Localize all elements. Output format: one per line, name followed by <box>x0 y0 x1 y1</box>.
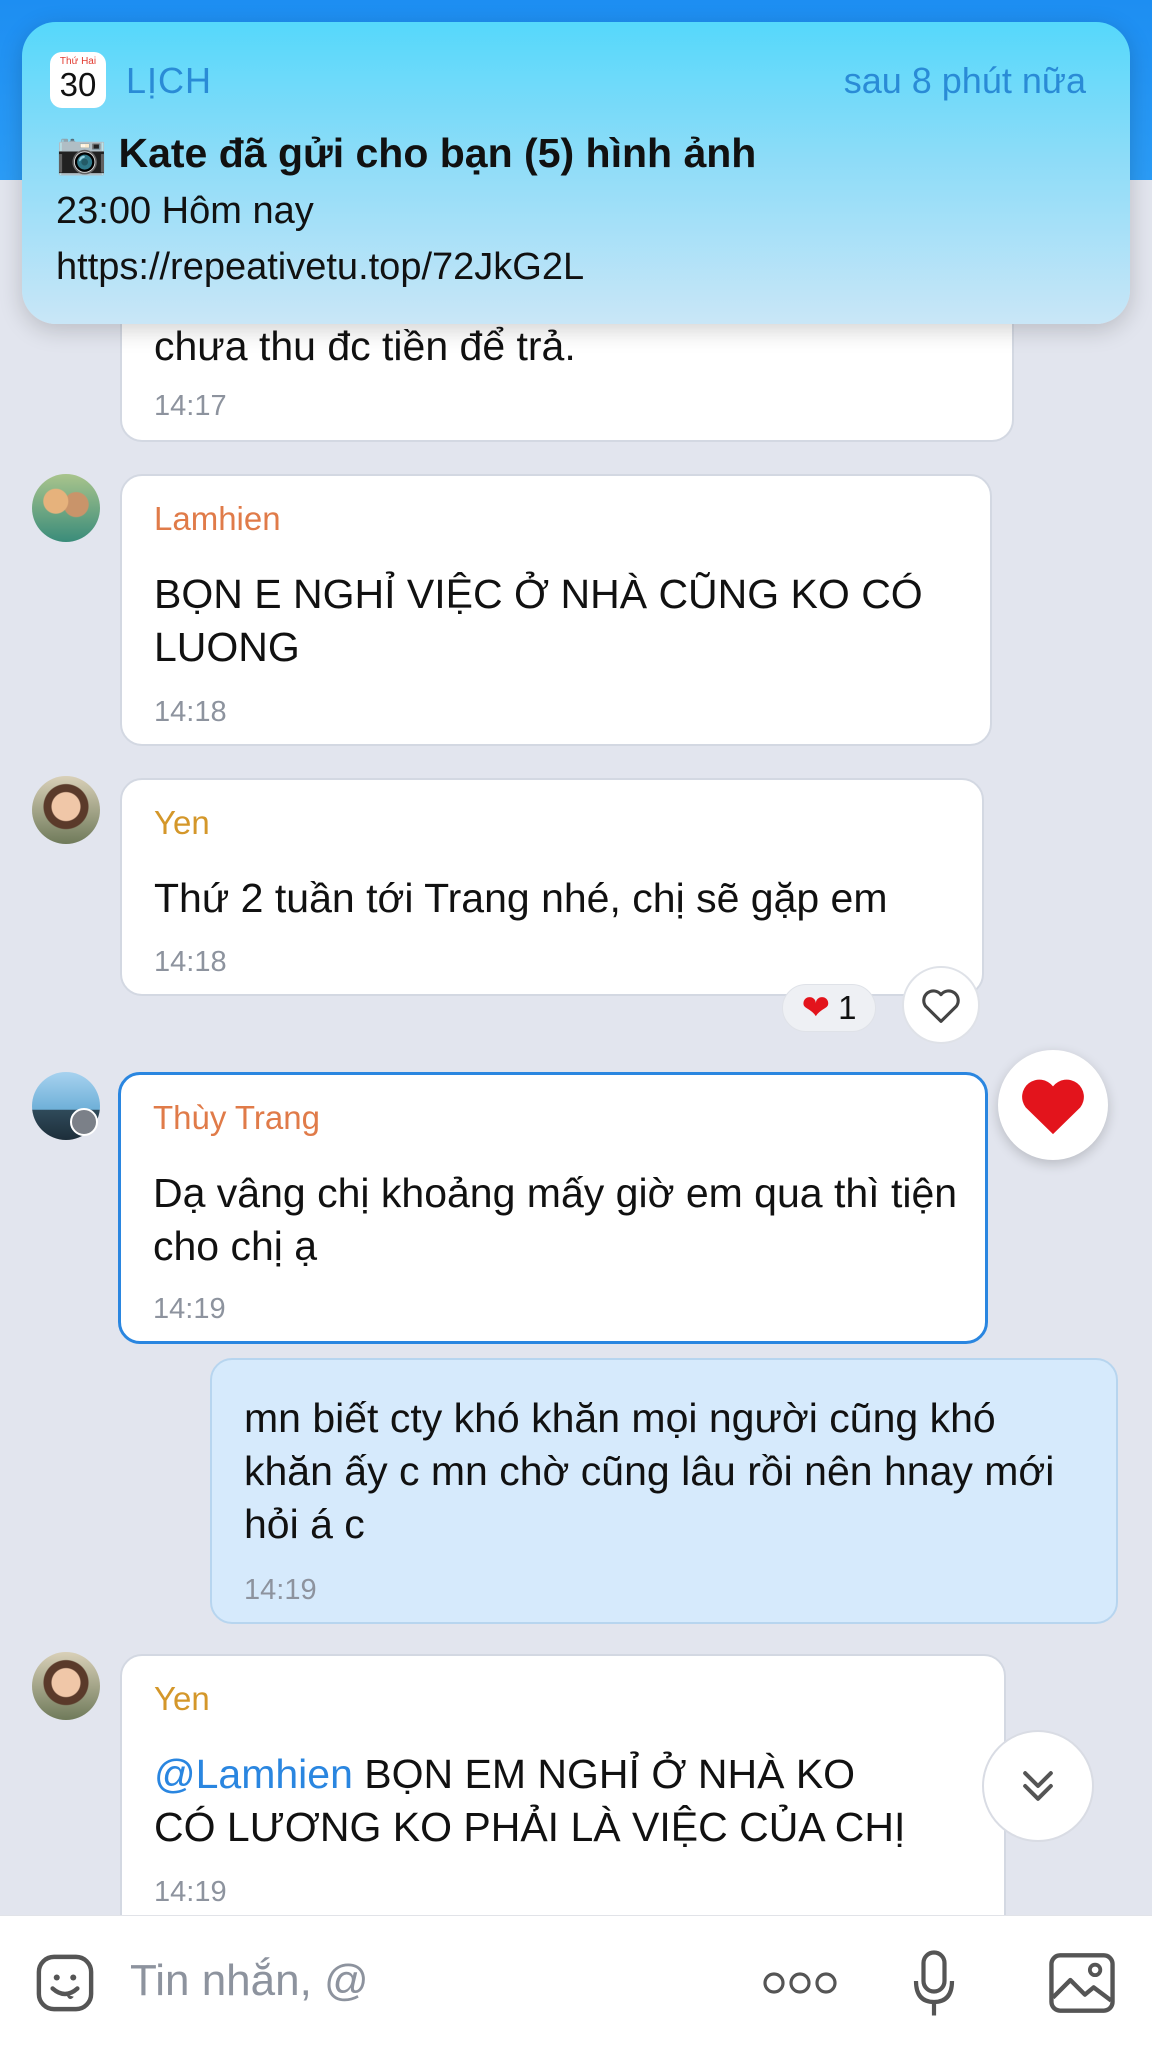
notification-time-hint: sau 8 phút nữa <box>843 60 1086 101</box>
message-bubble[interactable]: Lamhien BỌN E NGHỈ VIỆC Ở NHÀ CŨNG KO CÓ… <box>120 474 992 746</box>
message-text: Dạ vâng chị khoảng mấy giờ em qua thì ti… <box>153 1170 958 1269</box>
sender-name[interactable]: Yen <box>154 1680 210 1718</box>
message-time: 14:19 <box>153 1293 226 1325</box>
sender-name[interactable]: Yen <box>154 804 210 842</box>
avatar[interactable] <box>32 474 100 542</box>
avatar[interactable] <box>32 776 100 844</box>
image-button[interactable] <box>1046 1950 1118 2016</box>
mention-link[interactable]: @Lamhien <box>154 1751 353 1797</box>
message-text: chưa thu đc tiền để trả. <box>154 323 576 369</box>
calendar-icon: Thứ Hai 30 <box>50 52 106 108</box>
message-time: 14:18 <box>154 946 227 978</box>
scroll-to-bottom-button[interactable] <box>982 1730 1094 1842</box>
message-text: mn biết cty khó khăn mọi người cũng khó … <box>244 1395 1055 1547</box>
sticker-button[interactable] <box>30 1948 100 2018</box>
calendar-notification[interactable]: Thứ Hai 30 LỊCH sau 8 phút nữa 📷 Kate đã… <box>22 22 1130 324</box>
react-button[interactable] <box>902 966 980 1044</box>
message-bubble[interactable]: Thùy Trang Dạ vâng chị khoảng mấy giờ em… <box>118 1072 988 1344</box>
message-bubble-mine[interactable]: mn biết cty khó khăn mọi người cũng khó … <box>210 1358 1118 1624</box>
notification-title: 📷 Kate đã gửi cho bạn (5) hình ảnh <box>56 130 756 178</box>
message-time: 14:17 <box>154 390 227 422</box>
message-text: BỌN E NGHỈ VIỆC Ở NHÀ CŨNG KO CÓ LUONG <box>154 571 923 670</box>
heart-icon <box>1022 1079 1084 1135</box>
avatar[interactable] <box>32 1652 100 1720</box>
double-chevron-down-icon <box>1023 1771 1053 1801</box>
message-bubble[interactable]: Yen Thứ 2 tuần tới Trang nhé, chị sẽ gặp… <box>120 778 984 996</box>
notification-app-name: LỊCH <box>126 60 213 101</box>
notification-title-text: Kate đã gửi cho bạn (5) hình ảnh <box>118 130 757 176</box>
voice-button[interactable] <box>902 1946 966 2022</box>
sender-name[interactable]: Thùy Trang <box>153 1099 320 1137</box>
microphone-icon <box>913 1950 955 2016</box>
reaction-count-value: 1 <box>838 989 857 1026</box>
message-input[interactable]: Tin nhắn, @ <box>130 1956 369 2006</box>
emoji-icon <box>36 1954 94 2012</box>
calendar-day: 30 <box>59 66 97 103</box>
more-button[interactable] <box>760 1958 840 2008</box>
message-time: 14:18 <box>154 696 227 728</box>
more-icon <box>763 1972 837 1994</box>
composer-bar: Tin nhắn, @ <box>0 1915 1152 2048</box>
message-text: @Lamhien BỌN EM NGHỈ Ở NHÀ KO CÓ LƯƠNG K… <box>154 1748 924 1854</box>
message-time: 14:19 <box>244 1574 317 1606</box>
notification-event-time: 23:00 Hôm nay <box>56 190 314 232</box>
message-bubble[interactable]: Yen @Lamhien BỌN EM NGHỈ Ở NHÀ KO CÓ LƯƠ… <box>120 1654 1006 1915</box>
heart-icon: ❤ <box>801 989 831 1027</box>
reaction-count[interactable]: ❤ 1 <box>782 984 876 1032</box>
camera-icon: 📷 <box>56 130 108 176</box>
key-badge-icon <box>70 1108 98 1136</box>
message-text: Thứ 2 tuần tới Trang nhé, chị sẽ gặp em <box>154 875 888 921</box>
notification-link[interactable]: https://repeativetu.top/72JkG2L <box>56 246 584 289</box>
sender-name[interactable]: Lamhien <box>154 500 281 538</box>
reaction-heart-button[interactable] <box>998 1050 1108 1160</box>
image-icon <box>1049 1953 1115 2013</box>
message-time: 14:19 <box>154 1876 227 1908</box>
heart-outline-icon <box>922 989 960 1023</box>
